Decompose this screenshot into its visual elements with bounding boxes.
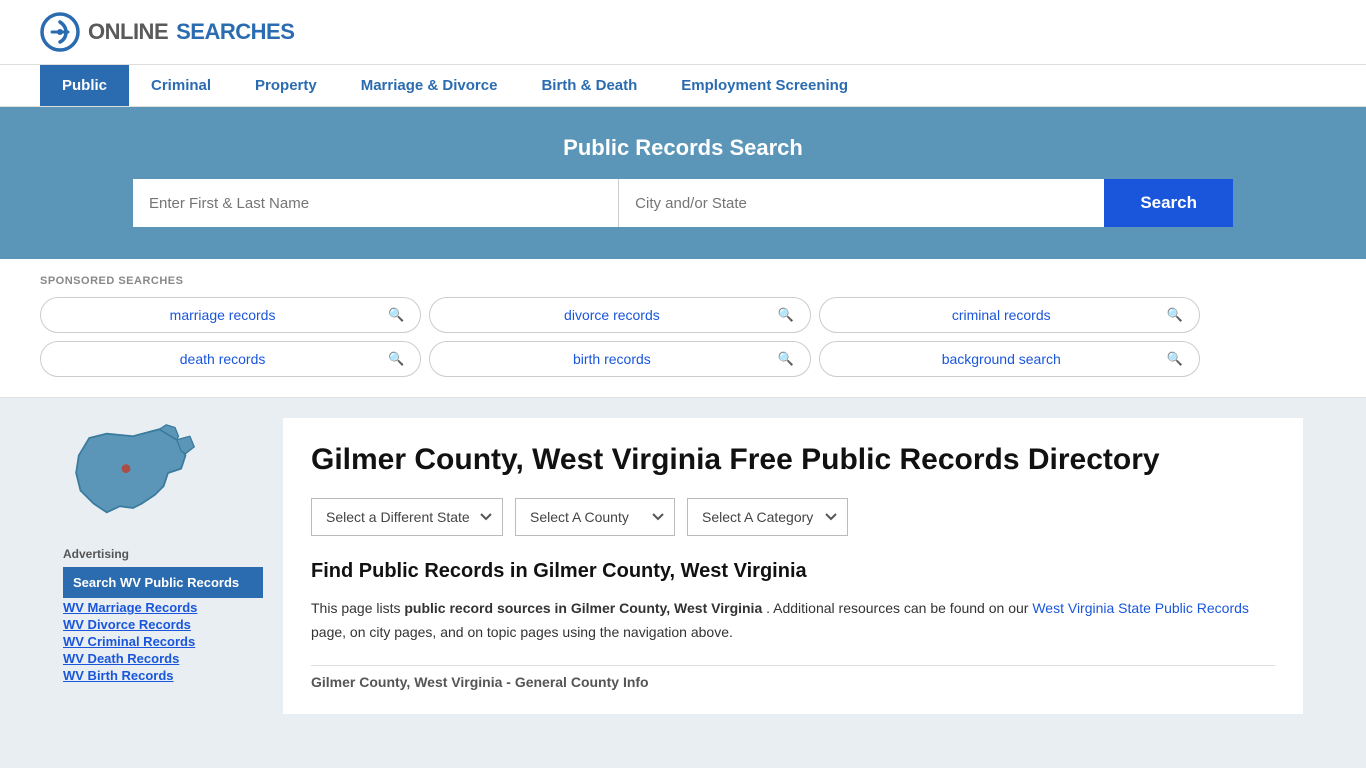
desc-bold: public record sources in Gilmer County, … [404, 600, 762, 616]
desc-link[interactable]: West Virginia State Public Records [1032, 600, 1249, 616]
location-input[interactable] [619, 179, 1104, 227]
logo-icon [40, 12, 80, 52]
desc-part2: . Additional resources can be found on o… [766, 600, 1032, 616]
search-button[interactable]: Search [1104, 179, 1233, 227]
sponsored-grid: marriage records 🔍 divorce records 🔍 cri… [40, 297, 1200, 377]
category-dropdown[interactable]: Select A Category [687, 498, 848, 536]
sidebar-link-divorce[interactable]: WV Divorce Records [63, 617, 263, 632]
nav-item-birth-death[interactable]: Birth & Death [519, 65, 659, 106]
nav-item-property[interactable]: Property [233, 65, 339, 106]
sponsored-label: SPONSORED SEARCHES [40, 275, 1326, 287]
sidebar-link-criminal[interactable]: WV Criminal Records [63, 634, 263, 649]
general-info-label: Gilmer County, West Virginia - General C… [311, 674, 1275, 690]
description-text: This page lists public record sources in… [311, 597, 1275, 645]
wv-map-svg [63, 418, 203, 528]
nav-item-marriage-divorce[interactable]: Marriage & Divorce [339, 65, 520, 106]
sponsored-pill-criminal[interactable]: criminal records 🔍 [819, 297, 1200, 333]
search-icon-divorce: 🔍 [777, 307, 793, 323]
name-input[interactable] [133, 179, 619, 227]
state-dropdown[interactable]: Select a Different State [311, 498, 503, 536]
nav-item-public[interactable]: Public [40, 65, 129, 106]
find-records-heading: Find Public Records in Gilmer County, We… [311, 560, 1275, 583]
sponsored-section: SPONSORED SEARCHES marriage records 🔍 di… [0, 259, 1366, 398]
pill-label-criminal: criminal records [836, 307, 1167, 323]
logo[interactable]: ONLINE SEARCHES [40, 12, 294, 52]
sidebar-link-birth[interactable]: WV Birth Records [63, 668, 263, 683]
sidebar-ad-main[interactable]: Search WV Public Records [63, 567, 263, 598]
wv-map [63, 418, 263, 531]
logo-text-searches: SEARCHES [176, 19, 294, 45]
search-icon-criminal: 🔍 [1167, 307, 1183, 323]
page-body: Advertising Search WV Public Records WV … [43, 398, 1323, 734]
sponsored-pill-divorce[interactable]: divorce records 🔍 [429, 297, 810, 333]
header: ONLINE SEARCHES [0, 0, 1366, 65]
search-icon-background: 🔍 [1167, 351, 1183, 367]
hero-section: Public Records Search Search [0, 107, 1366, 259]
sidebar: Advertising Search WV Public Records WV … [63, 418, 263, 714]
desc-part3: page, on city pages, and on topic pages … [311, 624, 733, 640]
logo-text-online: ONLINE [88, 19, 168, 45]
pill-label-background: background search [836, 351, 1167, 367]
nav-item-criminal[interactable]: Criminal [129, 65, 233, 106]
pill-label-divorce: divorce records [446, 307, 777, 323]
county-dropdown[interactable]: Select A County [515, 498, 675, 536]
search-icon-death: 🔍 [388, 351, 404, 367]
pill-label-marriage: marriage records [57, 307, 388, 323]
divider [311, 665, 1275, 666]
search-icon-marriage: 🔍 [388, 307, 404, 323]
advertising-label: Advertising [63, 547, 263, 561]
dropdowns-row: Select a Different State Select A County… [311, 498, 1275, 536]
sponsored-pill-marriage[interactable]: marriage records 🔍 [40, 297, 421, 333]
nav-item-employment[interactable]: Employment Screening [659, 65, 870, 106]
sidebar-link-death[interactable]: WV Death Records [63, 651, 263, 666]
sidebar-link-marriage[interactable]: WV Marriage Records [63, 600, 263, 615]
desc-part1: This page lists [311, 600, 404, 616]
page-heading: Gilmer County, West Virginia Free Public… [311, 442, 1275, 478]
search-icon-birth: 🔍 [777, 351, 793, 367]
nav-bar: Public Criminal Property Marriage & Divo… [0, 65, 1366, 107]
pill-label-death: death records [57, 351, 388, 367]
sponsored-pill-death[interactable]: death records 🔍 [40, 341, 421, 377]
sponsored-pill-background[interactable]: background search 🔍 [819, 341, 1200, 377]
pill-label-birth: birth records [446, 351, 777, 367]
hero-title: Public Records Search [40, 135, 1326, 161]
content-area: Gilmer County, West Virginia Free Public… [283, 418, 1303, 714]
search-bar: Search [133, 179, 1233, 227]
sponsored-pill-birth[interactable]: birth records 🔍 [429, 341, 810, 377]
